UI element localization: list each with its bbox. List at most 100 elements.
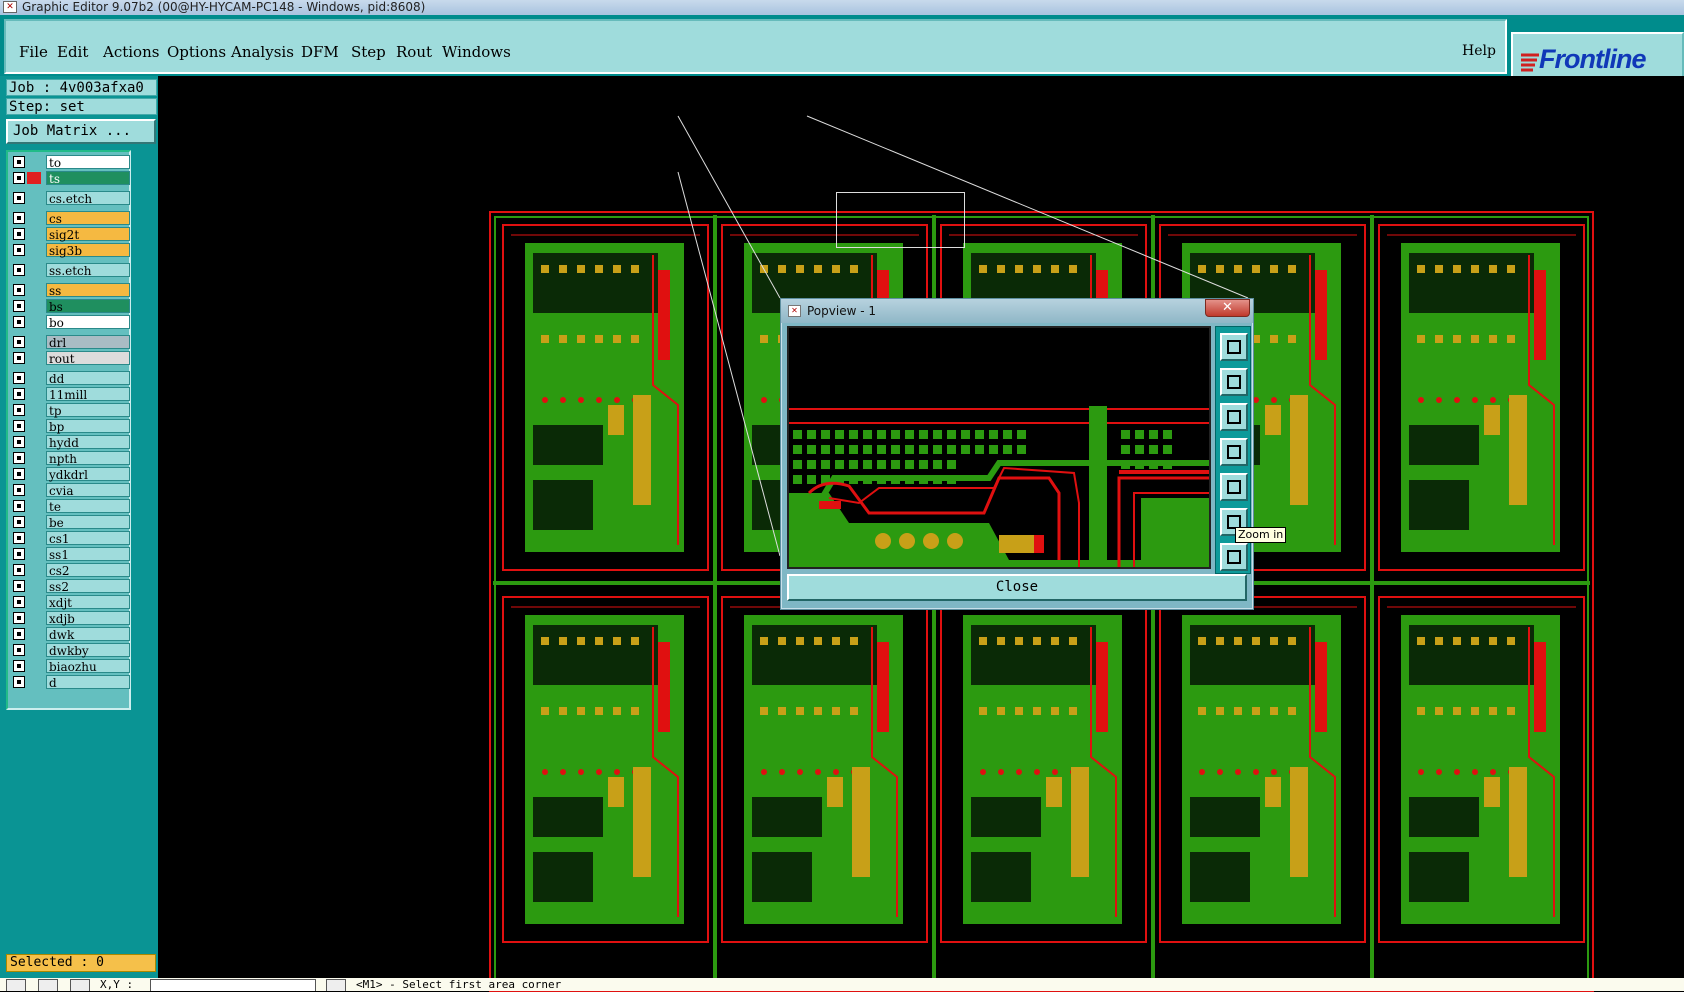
layer-row-hydd[interactable]: hydd	[10, 435, 130, 450]
layer-name[interactable]: ss1	[46, 547, 130, 562]
zoom-window-icon[interactable]	[1220, 333, 1248, 361]
layer-display-checkbox[interactable]	[13, 436, 25, 448]
popview-close-x-button[interactable]: ✕	[1205, 299, 1250, 317]
layer-display-checkbox[interactable]	[13, 156, 25, 168]
layer-row-cs-etch[interactable]: cs.etch	[10, 191, 130, 206]
layer-row-be[interactable]: be	[10, 515, 130, 530]
layer-display-checkbox[interactable]	[13, 500, 25, 512]
layer-display-checkbox[interactable]	[13, 264, 25, 276]
layer-row-ss1[interactable]: ss1	[10, 547, 130, 562]
check-tool-icon[interactable]	[38, 979, 58, 991]
status-toggle-button[interactable]	[326, 979, 346, 991]
layer-name[interactable]: cs2	[46, 563, 130, 578]
layer-name[interactable]: bp	[46, 419, 130, 434]
menu-actions[interactable]: Actions	[103, 43, 159, 61]
layer-row-dwkby[interactable]: dwkby	[10, 643, 130, 658]
popview-close-button[interactable]: Close	[787, 574, 1247, 601]
layer-name[interactable]: cs1	[46, 531, 130, 546]
layer-row-dwk[interactable]: dwk	[10, 627, 130, 642]
layer-display-checkbox[interactable]	[13, 212, 25, 224]
layer-row-ss2[interactable]: ss2	[10, 579, 130, 594]
zoom-home-icon[interactable]	[1220, 543, 1248, 571]
layer-display-checkbox[interactable]	[13, 564, 25, 576]
layer-row-cvia[interactable]: cvia	[10, 483, 130, 498]
select-tool-icon[interactable]	[6, 979, 26, 991]
layer-display-checkbox[interactable]	[13, 420, 25, 432]
layer-display-checkbox[interactable]	[13, 548, 25, 560]
layer-row-sig3b[interactable]: sig3b	[10, 243, 130, 258]
layer-row-xdjb[interactable]: xdjb	[10, 611, 130, 626]
menu-analysis[interactable]: Analysis	[231, 43, 294, 61]
menu-step[interactable]: Step	[351, 43, 386, 61]
layer-row-cs2[interactable]: cs2	[10, 563, 130, 578]
popview-canvas[interactable]	[787, 326, 1211, 569]
menu-dfm[interactable]: DFM	[301, 43, 339, 61]
layer-display-checkbox[interactable]	[13, 612, 25, 624]
layer-name[interactable]: to	[46, 155, 130, 170]
pan-left-icon[interactable]	[1220, 438, 1248, 466]
layer-row-te[interactable]: te	[10, 499, 130, 514]
layer-name[interactable]: hydd	[46, 435, 130, 450]
layer-row-11mill[interactable]: 11mill	[10, 387, 130, 402]
menu-file[interactable]: File	[19, 43, 48, 61]
layer-name[interactable]: biaozhu	[46, 659, 130, 674]
layer-name[interactable]: cvia	[46, 483, 130, 498]
layer-display-checkbox[interactable]	[13, 452, 25, 464]
layer-name[interactable]: ss.etch	[46, 263, 130, 278]
pan-up-icon[interactable]	[1220, 368, 1248, 396]
layer-name[interactable]: tp	[46, 403, 130, 418]
layer-name[interactable]: dd	[46, 371, 130, 386]
layer-display-checkbox[interactable]	[13, 172, 25, 184]
layer-name[interactable]: npth	[46, 451, 130, 466]
layer-row-ydkdrl[interactable]: ydkdrl	[10, 467, 130, 482]
layer-name[interactable]: ss2	[46, 579, 130, 594]
coordinate-input[interactable]	[150, 979, 316, 991]
layer-display-checkbox[interactable]	[13, 244, 25, 256]
layer-display-checkbox[interactable]	[13, 404, 25, 416]
layer-name[interactable]: bs	[46, 299, 130, 314]
layer-display-checkbox[interactable]	[13, 596, 25, 608]
layer-display-checkbox[interactable]	[13, 468, 25, 480]
layer-display-checkbox[interactable]	[13, 352, 25, 364]
layer-row-biaozhu[interactable]: biaozhu	[10, 659, 130, 674]
layer-row-bo[interactable]: bo	[10, 315, 130, 330]
layer-row-drl[interactable]: drl	[10, 335, 130, 350]
layer-name[interactable]: te	[46, 499, 130, 514]
layer-row-bs[interactable]: bs	[10, 299, 130, 314]
layer-display-checkbox[interactable]	[13, 192, 25, 204]
layer-row-d[interactable]: d	[10, 675, 130, 690]
layer-row-npth[interactable]: npth	[10, 451, 130, 466]
layer-display-checkbox[interactable]	[13, 484, 25, 496]
layer-name[interactable]: be	[46, 515, 130, 530]
layer-name[interactable]: sig3b	[46, 243, 130, 258]
layer-display-checkbox[interactable]	[13, 336, 25, 348]
layer-display-checkbox[interactable]	[13, 284, 25, 296]
layer-name[interactable]: cs	[46, 211, 130, 226]
layer-name[interactable]: rout	[46, 351, 130, 366]
menu-edit[interactable]: Edit	[57, 43, 88, 61]
layer-name[interactable]: ts	[46, 171, 130, 186]
layer-name[interactable]: xdjt	[46, 595, 130, 610]
layer-name[interactable]: bo	[46, 315, 130, 330]
layer-display-checkbox[interactable]	[13, 628, 25, 640]
layer-row-cs[interactable]: cs	[10, 211, 130, 226]
layer-name[interactable]: ss	[46, 283, 130, 298]
layer-row-dd[interactable]: dd	[10, 371, 130, 386]
layer-display-checkbox[interactable]	[13, 372, 25, 384]
layer-row-ss[interactable]: ss	[10, 283, 130, 298]
layer-name[interactable]: 11mill	[46, 387, 130, 402]
layer-row-cs1[interactable]: cs1	[10, 531, 130, 546]
menu-options[interactable]: Options	[167, 43, 226, 61]
layer-name[interactable]: sig2t	[46, 227, 130, 242]
menu-rout[interactable]: Rout	[396, 43, 432, 61]
layer-display-checkbox[interactable]	[13, 660, 25, 672]
layer-name[interactable]: xdjb	[46, 611, 130, 626]
layer-row-ss-etch[interactable]: ss.etch	[10, 263, 130, 278]
layer-name[interactable]: d	[46, 675, 130, 690]
layer-name[interactable]: cs.etch	[46, 191, 130, 206]
layer-name[interactable]: drl	[46, 335, 130, 350]
layer-display-checkbox[interactable]	[13, 516, 25, 528]
layer-display-checkbox[interactable]	[13, 316, 25, 328]
layer-row-bp[interactable]: bp	[10, 419, 130, 434]
layer-row-rout[interactable]: rout	[10, 351, 130, 366]
